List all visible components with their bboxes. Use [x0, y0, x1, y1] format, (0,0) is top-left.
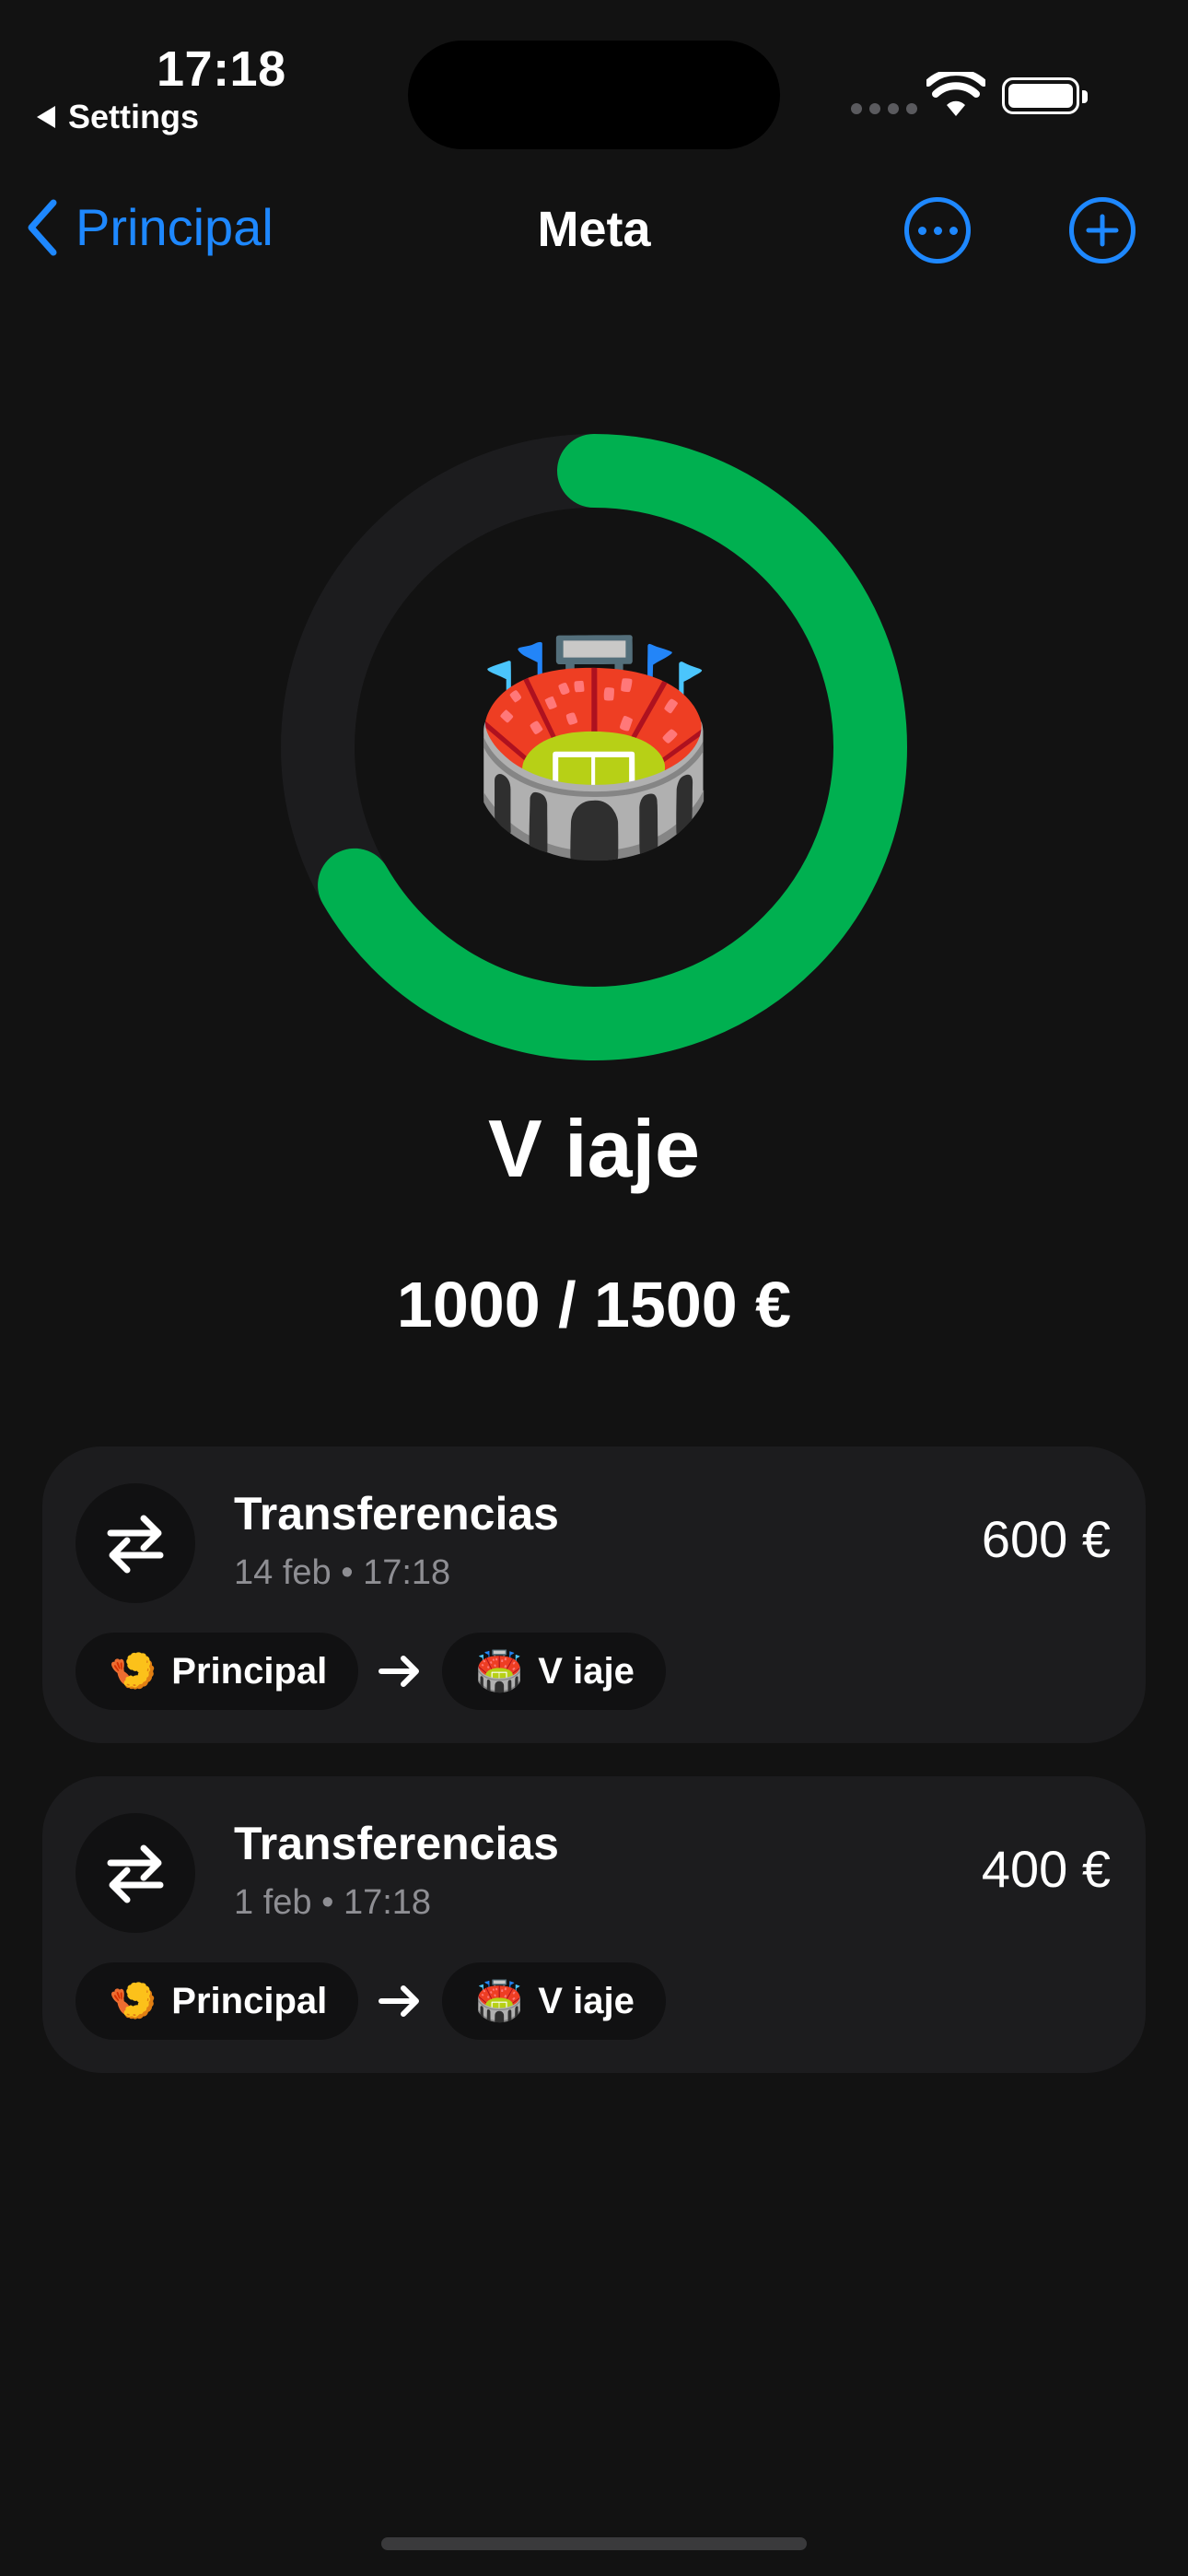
to-goal-label: V iaje	[538, 1980, 635, 2021]
from-account-label: Principal	[171, 1980, 328, 2021]
transaction-datetime: 14 feb • 17:18	[234, 1553, 450, 1593]
home-indicator[interactable]	[381, 2537, 807, 2550]
transaction-time: 17:18	[363, 1553, 451, 1592]
transaction-time: 17:18	[343, 1883, 432, 1922]
to-goal-chip[interactable]: 🏟️ V iaje	[442, 1962, 666, 2040]
status-time: 17:18	[157, 41, 286, 97]
goal-amount: 1000 / 1500 €	[396, 1269, 792, 1341]
from-account-label: Principal	[171, 1650, 328, 1692]
battery-icon	[1002, 77, 1088, 114]
transaction-title: Transferencias	[234, 1818, 559, 1869]
status-back-label: Settings	[68, 98, 200, 135]
wifi-icon	[926, 72, 985, 116]
goal-chip-emoji: 🏟️	[475, 1978, 524, 2022]
to-goal-label: V iaje	[538, 1650, 635, 1692]
cellular-signal-icon	[851, 103, 917, 114]
goal-name: V iaje	[488, 1103, 700, 1194]
status-back-link[interactable]: Settings	[37, 98, 199, 136]
transfer-icon	[76, 1813, 195, 1933]
from-account-chip[interactable]: 🍤 Principal	[76, 1962, 359, 2040]
transaction-card[interactable]: Transferencias 14 feb • 17:18 600 € 🍤 Pr…	[42, 1446, 1146, 1743]
dynamic-island	[408, 41, 780, 149]
goal-chip-emoji: 🏟️	[475, 1648, 524, 1692]
transfer-icon	[76, 1483, 195, 1603]
transaction-title: Transferencias	[234, 1488, 559, 1540]
transaction-date: 14 feb	[234, 1553, 332, 1592]
to-goal-chip[interactable]: 🏟️ V iaje	[442, 1633, 666, 1710]
transaction-amount: 600 €	[981, 1510, 1111, 1568]
more-options-button[interactable]	[904, 197, 971, 263]
add-button[interactable]	[1069, 197, 1136, 263]
plus-icon	[1086, 214, 1119, 247]
arrow-right-icon	[379, 1985, 419, 2017]
page-title: Meta	[537, 202, 651, 257]
transaction-card[interactable]: Transferencias 1 feb • 17:18 400 € 🍤 Pri…	[42, 1776, 1146, 2073]
from-account-chip[interactable]: 🍤 Principal	[76, 1633, 359, 1710]
separator-dot: •	[311, 1883, 344, 1922]
transaction-date: 1 feb	[234, 1883, 312, 1922]
goal-emoji: 🏟️	[468, 633, 720, 860]
back-triangle-icon	[37, 106, 55, 128]
transaction-datetime: 1 feb • 17:18	[234, 1883, 431, 1923]
separator-dot: •	[331, 1553, 364, 1592]
transaction-amount: 400 €	[981, 1840, 1111, 1898]
arrow-right-icon	[379, 1656, 419, 1687]
account-emoji: 🍤	[109, 1978, 157, 2022]
account-emoji: 🍤	[109, 1648, 157, 1692]
